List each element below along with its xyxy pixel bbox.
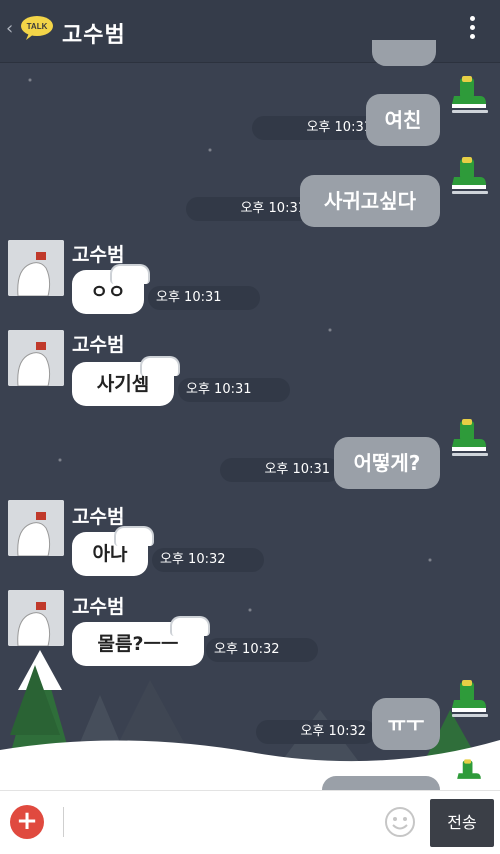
message-text: ㅇㅇ [90,281,126,303]
snow-frost-decoration [114,526,154,546]
outgoing-message-bubble[interactable]: 사귀고싶다 [300,175,440,227]
ice-skate-icon [452,680,488,717]
outgoing-message-bubble[interactable]: ㅠㅜ [372,698,440,750]
message-input-bar: + 전송 [0,790,500,854]
message-time: 오후 10:32 [256,720,376,744]
avatar[interactable] [8,330,64,386]
sender-name: 고수범 [72,596,125,618]
ice-skate-icon [452,157,488,194]
input-divider [63,807,64,837]
more-vertical-icon[interactable] [470,16,476,43]
send-button[interactable]: 전송 [430,799,494,847]
message-time: 오후 10:31 [252,116,382,140]
message-time: 오후 10:31 [178,378,290,402]
message-input[interactable] [70,801,375,845]
ice-skate-icon [452,76,488,113]
chat-title: 고수범 [62,23,126,48]
snow-frost-decoration [110,264,150,284]
incoming-message-bubble[interactable]: 사기셈 [72,356,180,406]
avatar[interactable] [8,240,64,296]
snow-frost-decoration [170,616,210,636]
message-text: 아나 [92,543,128,565]
chevron-left-icon[interactable]: ‹ [6,18,13,39]
message-time: 오후 10:31 [220,458,340,482]
talk-logo-icon: TALK [21,16,53,40]
outgoing-message-bubble[interactable]: 어떻게? [334,437,440,489]
sender-name: 고수범 [72,334,125,356]
outgoing-message-bubble[interactable]: 여친 [366,94,440,146]
attach-plus-button[interactable]: + [10,805,44,839]
partial-message-bubble [372,40,436,66]
avatar[interactable] [8,500,64,556]
incoming-message-bubble[interactable]: ㅇㅇ [72,264,150,314]
sender-name: 고수범 [72,506,125,528]
emoji-icon[interactable] [384,806,416,838]
message-time: 오후 10:32 [152,548,264,572]
ice-skate-icon [457,759,481,779]
snow-frost-decoration [140,356,180,376]
message-time: 오후 10:31 [148,286,260,310]
ice-skate-icon [452,419,488,456]
avatar[interactable] [8,590,64,646]
message-text: 사기셈 [96,373,150,395]
incoming-message-bubble[interactable]: 아나 [72,526,154,576]
message-time: 오후 10:31 [186,197,316,221]
svg-text:TALK: TALK [27,22,48,31]
chat-screen: ‹ TALK 고수범 오후 10:31 여친 오후 10:31 사귀고싶다 고수… [0,0,500,854]
sender-name: 고수범 [72,244,125,266]
